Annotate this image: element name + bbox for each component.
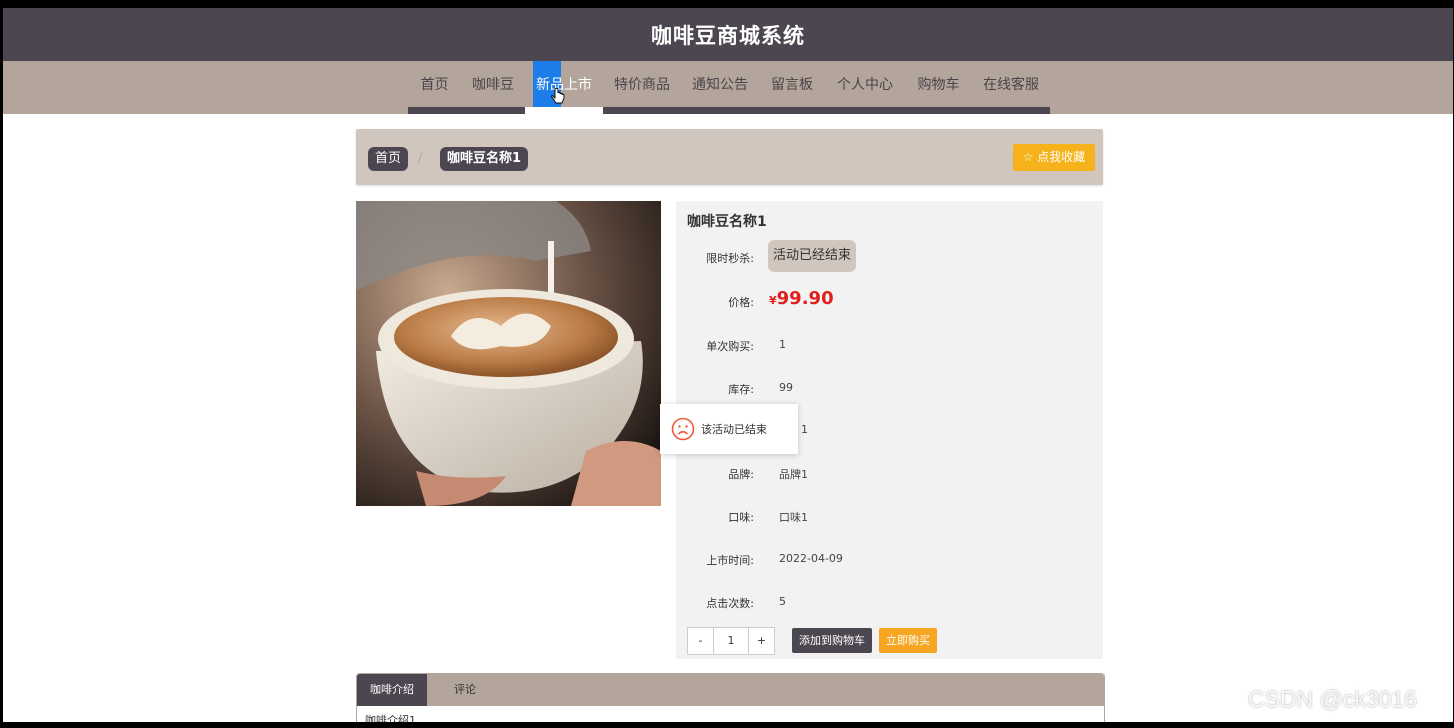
site-title: 咖啡豆商城系统 bbox=[651, 23, 805, 48]
nav-label: 留言板 bbox=[771, 77, 813, 93]
breadcrumb-separator: / bbox=[418, 151, 423, 165]
page: 咖啡豆商城系统 首页 咖啡豆 新品上市 特价商品 通知公告 留言板 个人中心 购… bbox=[3, 8, 1453, 722]
price-label: 价格: bbox=[728, 296, 754, 309]
nav-label: 咖啡豆 bbox=[472, 77, 514, 93]
breadcrumb-current[interactable]: 咖啡豆名称1 bbox=[440, 147, 529, 171]
flash-sale-status: 活动已经结束 bbox=[768, 240, 856, 272]
detail-value: 1 bbox=[801, 423, 808, 436]
toast-message: 该活动已结束 bbox=[660, 404, 798, 454]
nav-item-online-service[interactable]: 在线客服 bbox=[972, 61, 1050, 114]
detail-label: 点击次数: bbox=[706, 597, 754, 610]
nav-label: 特价商品 bbox=[614, 77, 670, 93]
detail-label: 上市时间: bbox=[706, 554, 754, 567]
detail-label: 单次购买: bbox=[706, 340, 754, 353]
nav-label: 购物车 bbox=[917, 77, 960, 93]
main-nav: 首页 咖啡豆 新品上市 特价商品 通知公告 留言板 个人中心 购物车 在线客服 bbox=[3, 61, 1453, 114]
detail-row: 库存: 99 bbox=[676, 381, 1103, 401]
detail-label: 口味: bbox=[728, 511, 754, 524]
detail-label: 品牌: bbox=[728, 468, 754, 481]
currency-symbol: ¥ bbox=[769, 294, 777, 307]
increment-button[interactable]: + bbox=[749, 628, 774, 654]
tab-content: 咖啡介绍1 bbox=[365, 714, 416, 722]
nav-item-special-offers[interactable]: 特价商品 bbox=[603, 61, 681, 114]
nav-label: 个人中心 bbox=[837, 77, 893, 93]
product-image bbox=[356, 201, 661, 506]
price-row: 价格: bbox=[676, 294, 1103, 314]
toast-text: 该活动已结束 bbox=[701, 423, 767, 436]
latte-art-icon bbox=[356, 201, 661, 506]
detail-value: 2022-04-09 bbox=[779, 552, 843, 565]
detail-value: 1 bbox=[779, 338, 786, 351]
detail-row: 口味: 口味1 bbox=[676, 509, 1103, 529]
add-to-cart-button[interactable]: 添加到购物车 bbox=[792, 628, 872, 653]
decrement-button[interactable]: - bbox=[688, 628, 713, 654]
favorite-button[interactable]: ☆ 点我收藏 bbox=[1013, 144, 1095, 171]
product-name: 咖啡豆名称1 bbox=[687, 214, 767, 230]
nav-label: 通知公告 bbox=[692, 77, 748, 93]
price-value: ¥99.90 bbox=[769, 288, 834, 309]
nav-item-message-board[interactable]: 留言板 bbox=[759, 61, 825, 114]
detail-label: 库存: bbox=[728, 383, 754, 396]
nav-item-home[interactable]: 首页 bbox=[408, 61, 461, 114]
breadcrumb: 首页 / 咖啡豆名称1 ☆ 点我收藏 bbox=[356, 129, 1103, 185]
tab-coffee-intro[interactable]: 咖啡介绍 bbox=[357, 674, 427, 706]
price-number: 99.90 bbox=[776, 288, 834, 309]
detail-value: 5 bbox=[779, 595, 786, 608]
buy-now-button[interactable]: 立即购买 bbox=[879, 628, 937, 653]
tab-comments[interactable]: 评论 bbox=[441, 674, 489, 706]
quantity-input[interactable]: 1 bbox=[713, 628, 749, 654]
detail-row: 点击次数: 5 bbox=[676, 595, 1103, 615]
detail-row: 品牌: 品牌1 bbox=[676, 466, 1103, 486]
nav-item-new-arrivals[interactable]: 新品上市 bbox=[525, 61, 603, 114]
detail-tabs: 咖啡介绍 评论 咖啡介绍1 bbox=[356, 673, 1105, 722]
detail-value: 99 bbox=[779, 381, 793, 394]
nav-item-cart[interactable]: 购物车 bbox=[905, 61, 972, 114]
detail-row: 上市时间: 2022-04-09 bbox=[676, 552, 1103, 572]
detail-row: 单次购买: 1 bbox=[676, 338, 1103, 358]
flash-sale-row: 限时秒杀: bbox=[676, 250, 1103, 270]
detail-value: 品牌1 bbox=[779, 468, 808, 481]
detail-value: 口味1 bbox=[779, 511, 808, 524]
nav-item-coffee-beans[interactable]: 咖啡豆 bbox=[461, 61, 525, 114]
flash-sale-label: 限时秒杀: bbox=[706, 252, 754, 265]
breadcrumb-home[interactable]: 首页 bbox=[368, 147, 409, 171]
nav-item-notices[interactable]: 通知公告 bbox=[681, 61, 759, 114]
nav-label: 在线客服 bbox=[983, 77, 1039, 93]
site-header: 咖啡豆商城系统 bbox=[3, 8, 1453, 61]
sad-face-icon bbox=[671, 417, 695, 441]
nav-label: 首页 bbox=[420, 77, 449, 93]
quantity-stepper: - 1 + bbox=[687, 627, 775, 655]
watermark: CSDN @ck3016 bbox=[1248, 686, 1418, 712]
nav-item-user-center[interactable]: 个人中心 bbox=[825, 61, 905, 114]
nav-label: 新品上市 bbox=[536, 77, 592, 93]
